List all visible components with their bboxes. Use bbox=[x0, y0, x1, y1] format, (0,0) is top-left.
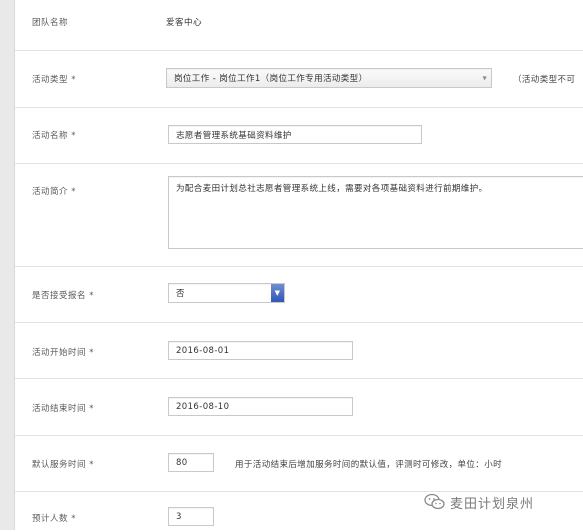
row-activity-name: 活动名称 * 志愿者管理系统基础资料维护 bbox=[15, 108, 583, 164]
default-service-time-label: 默认服务时间 * bbox=[32, 460, 94, 470]
team-name-value: 爱客中心 bbox=[166, 18, 203, 28]
activity-intro-label: 活动简介 * bbox=[32, 187, 76, 197]
activity-intro-textarea[interactable]: 为配合麦田计划总社志愿者管理系统上线，需要对各项基础资料进行前期维护。 bbox=[168, 176, 583, 249]
accept-signup-label: 是否接受报名 * bbox=[32, 291, 94, 301]
expected-people-value: 3 bbox=[176, 511, 182, 522]
wechat-icon bbox=[424, 493, 445, 510]
default-service-time-value: 80 bbox=[176, 457, 188, 468]
team-name-label: 团队名称 bbox=[32, 18, 69, 28]
row-start-time: 活动开始时间 * 2016-08-01 bbox=[15, 323, 583, 379]
chevron-down-icon: ▼ bbox=[271, 284, 284, 302]
activity-type-label: 活动类型 * bbox=[32, 75, 76, 85]
watermark: 麦田计划泉州 bbox=[424, 490, 583, 514]
activity-name-input[interactable]: 志愿者管理系统基础资料维护 bbox=[168, 125, 422, 144]
row-activity-intro: 活动简介 * 为配合麦田计划总社志愿者管理系统上线，需要对各项基础资料进行前期维… bbox=[15, 164, 583, 267]
end-time-input[interactable]: 2016-08-10 bbox=[168, 397, 353, 416]
activity-type-selected: 岗位工作 - 岗位工作1（岗位工作专用活动类型） bbox=[174, 74, 368, 84]
default-service-time-note: 用于活动结束后增加服务时间的默认值，评测时可修改，单位：小时 bbox=[235, 460, 503, 470]
row-end-time: 活动结束时间 * 2016-08-10 bbox=[15, 379, 583, 436]
row-default-service-time: 默认服务时间 * 80 用于活动结束后增加服务时间的默认值，评测时可修改，单位：… bbox=[15, 436, 583, 492]
row-accept-signup: 是否接受报名 * 否 ▼ bbox=[15, 267, 583, 323]
activity-type-note: （活动类型不可 bbox=[513, 75, 576, 85]
left-sidebar-strip bbox=[0, 0, 15, 530]
start-time-label: 活动开始时间 * bbox=[32, 348, 94, 358]
default-service-time-input[interactable]: 80 bbox=[168, 453, 214, 472]
row-team-name: 团队名称 爱客中心 bbox=[15, 0, 583, 51]
chevron-down-icon: ▾ bbox=[482, 73, 487, 83]
start-time-value: 2016-08-01 bbox=[176, 345, 230, 356]
accept-signup-selected: 否 bbox=[176, 289, 185, 299]
end-time-value: 2016-08-10 bbox=[176, 401, 230, 412]
activity-intro-value: 为配合麦田计划总社志愿者管理系统上线，需要对各项基础资料进行前期维护。 bbox=[176, 184, 488, 194]
row-activity-type: 活动类型 * 岗位工作 - 岗位工作1（岗位工作专用活动类型） ▾ （活动类型不… bbox=[15, 51, 583, 108]
activity-name-label: 活动名称 * bbox=[32, 131, 76, 141]
activity-name-value: 志愿者管理系统基础资料维护 bbox=[176, 130, 292, 141]
watermark-text: 麦田计划泉州 bbox=[450, 496, 535, 512]
start-time-input[interactable]: 2016-08-01 bbox=[168, 341, 353, 360]
accept-signup-select[interactable]: 否 ▼ bbox=[168, 283, 285, 303]
expected-people-label: 预计人数 * bbox=[32, 514, 76, 524]
activity-type-select[interactable]: 岗位工作 - 岗位工作1（岗位工作专用活动类型） ▾ bbox=[166, 68, 492, 88]
end-time-label: 活动结束时间 * bbox=[32, 404, 94, 414]
expected-people-input[interactable]: 3 bbox=[168, 507, 214, 526]
